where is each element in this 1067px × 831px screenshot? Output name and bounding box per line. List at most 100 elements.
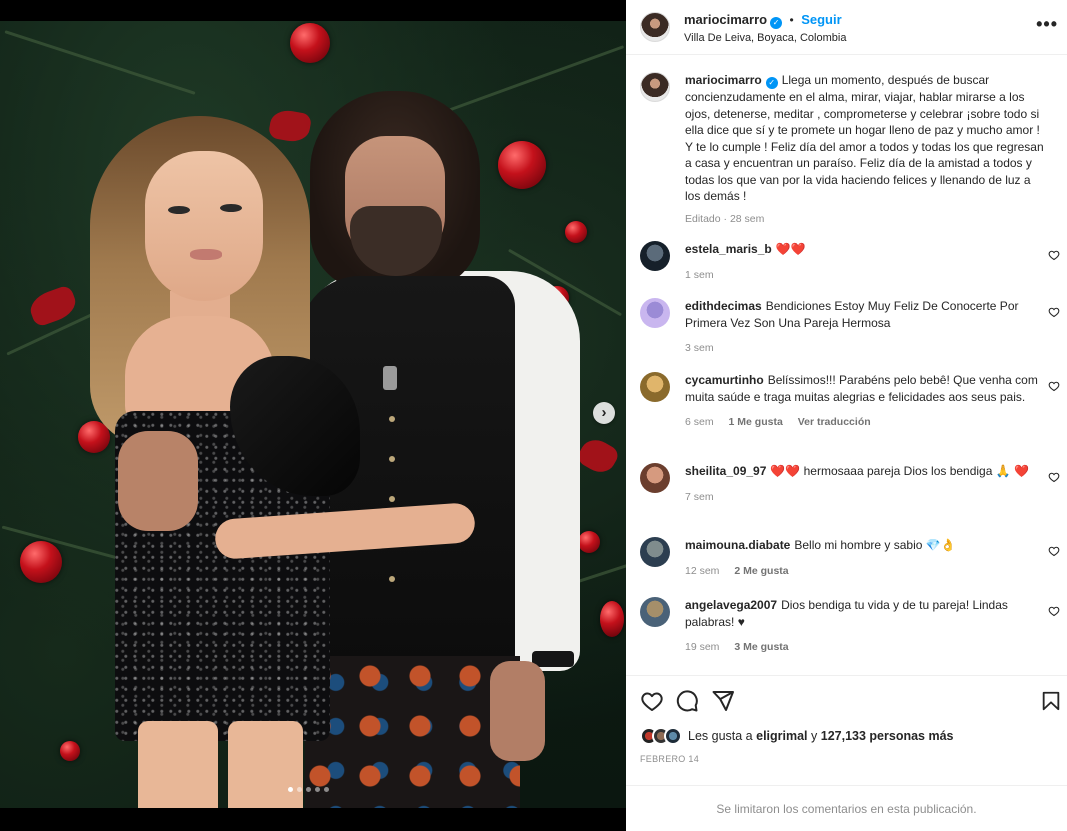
commenter-username[interactable]: edithdecimas <box>685 299 762 313</box>
vest-button <box>389 456 395 462</box>
carousel-dot <box>297 787 302 792</box>
ornament <box>498 141 546 189</box>
comment-time[interactable]: 6 sem <box>685 416 714 428</box>
comment-time[interactable]: 1 sem <box>685 269 714 281</box>
comment-likes[interactable]: 1 Me gusta <box>729 416 783 428</box>
comment-like-heart-icon[interactable] <box>1048 306 1060 318</box>
next-image-button[interactable]: › <box>593 402 615 424</box>
carousel-dot <box>306 787 311 792</box>
comment-like-heart-icon[interactable] <box>1048 605 1060 617</box>
comment-like-heart-icon[interactable] <box>1048 249 1060 261</box>
follow-button[interactable]: Seguir <box>801 12 841 27</box>
comment-meta: 7 sem <box>685 489 1038 506</box>
post-location[interactable]: Villa De Leiva, Boyaca, Colombia <box>684 32 846 44</box>
likes-count[interactable]: 127,133 personas más <box>821 729 954 743</box>
share-icon[interactable] <box>711 689 735 713</box>
liker-username[interactable]: eligrimal <box>756 729 807 743</box>
comment-icon[interactable] <box>675 689 699 713</box>
commenter-avatar[interactable] <box>640 537 670 567</box>
commenter-avatar[interactable] <box>640 597 670 627</box>
caption-avatar[interactable] <box>640 72 670 102</box>
ribbon-bow <box>574 434 622 478</box>
comment-likes[interactable]: 2 Me gusta <box>734 565 788 577</box>
necklace-tag <box>383 366 397 390</box>
comment-meta: 19 sem 3 Me gusta <box>685 639 1038 656</box>
commenter-avatar[interactable] <box>640 372 670 402</box>
author-avatar[interactable] <box>640 12 670 42</box>
post-date[interactable]: FEBRERO 14 <box>640 754 699 764</box>
commenter-username[interactable]: maimouna.diabate <box>685 538 790 552</box>
comment-text: ❤️❤️ hermosaaa pareja Dios los bendiga 🙏… <box>770 464 1029 478</box>
woman-leg <box>228 721 303 808</box>
comment-text: ❤️❤️ <box>775 242 806 256</box>
woman-lips <box>190 249 222 260</box>
ornament <box>600 601 624 637</box>
likes-summary[interactable]: Les gusta a eligrimal y 127,133 personas… <box>640 727 954 745</box>
bookmark-icon[interactable] <box>1040 689 1062 713</box>
ornament <box>20 541 62 583</box>
carousel-dot <box>315 787 320 792</box>
commenter-username[interactable]: angelavega2007 <box>685 598 777 612</box>
vest-button <box>389 416 395 422</box>
liker-avatar <box>664 727 682 745</box>
comment-like-heart-icon[interactable] <box>1048 545 1060 557</box>
woman-face <box>145 151 263 301</box>
comment-meta: 12 sem 2 Me gusta <box>685 563 1038 580</box>
caption-meta: Editado · 28 sem <box>685 212 765 225</box>
commenter-username[interactable]: estela_maris_b <box>685 242 772 256</box>
comment-meta: 6 sem 1 Me gusta Ver traducción <box>685 414 1038 431</box>
comment-likes[interactable]: 3 Me gusta <box>734 641 788 653</box>
author-username[interactable]: mariocimarro <box>684 12 767 27</box>
comment-like-heart-icon[interactable] <box>1048 380 1060 392</box>
ribbon-bow <box>267 107 313 145</box>
ornament <box>578 531 600 553</box>
woman-leg <box>138 721 218 808</box>
post-photo[interactable] <box>0 21 626 808</box>
post-actions: Les gusta a eligrimal y 127,133 personas… <box>626 675 1067 785</box>
header-separator: • <box>789 13 794 27</box>
comment-text: Bello mi hombre y sabio 💎👌 <box>794 538 956 552</box>
caption-username[interactable]: mariocimarro <box>685 73 762 87</box>
carousel-indicator <box>288 787 329 792</box>
ornament <box>565 221 587 243</box>
woman-eye <box>220 204 242 212</box>
more-options-icon[interactable]: ••• <box>1036 14 1058 35</box>
comments-scroll[interactable]: mariocimarro ✓ Llega un momento, después d… <box>626 55 1067 675</box>
post-side-panel: mariocimarro ✓ • Seguir Villa De Leiva, B… <box>626 0 1067 831</box>
ornament <box>60 741 80 761</box>
likes-conj: y <box>811 729 818 743</box>
verified-badge-icon: ✓ <box>765 77 778 89</box>
watch <box>532 651 574 667</box>
comment-meta: 1 sem <box>685 267 1038 284</box>
comment-time[interactable]: 3 sem <box>685 342 714 354</box>
likes-prefix: Les gusta a <box>688 729 753 743</box>
commenter-username[interactable]: cycamurtinho <box>685 373 764 387</box>
commenter-avatar[interactable] <box>640 298 670 328</box>
verified-badge-icon: ✓ <box>770 17 783 29</box>
comment-like-heart-icon[interactable] <box>1048 471 1060 483</box>
commenter-avatar[interactable] <box>640 241 670 271</box>
comment-meta: 3 sem <box>685 340 1038 357</box>
post-photo-panel: › <box>0 0 626 831</box>
heart-icon[interactable] <box>640 689 664 713</box>
vest-button <box>389 496 395 502</box>
comment-time[interactable]: 12 sem <box>685 565 719 577</box>
tree-branch <box>4 30 196 95</box>
man-hand <box>490 661 545 761</box>
carousel-dot <box>324 787 329 792</box>
see-translation-link[interactable]: Ver traducción <box>798 416 871 428</box>
commenter-username[interactable]: sheilita_09_97 <box>685 464 766 478</box>
vest-button <box>389 576 395 582</box>
tree-branch <box>425 45 625 120</box>
carousel-dot <box>288 787 293 792</box>
man-left-hand <box>118 431 198 531</box>
woman-eye <box>168 206 190 214</box>
comments-limited-notice: Se limitaron los comentarios en esta pub… <box>626 785 1067 831</box>
comment-time[interactable]: 19 sem <box>685 641 719 653</box>
commenter-avatar[interactable] <box>640 463 670 493</box>
ornament <box>290 23 330 63</box>
comment-time[interactable]: 7 sem <box>685 491 714 503</box>
caption-text: Llega un momento, después de buscar conc… <box>685 73 1044 203</box>
man-pants <box>305 656 520 808</box>
chevron-right-icon: › <box>601 404 607 421</box>
